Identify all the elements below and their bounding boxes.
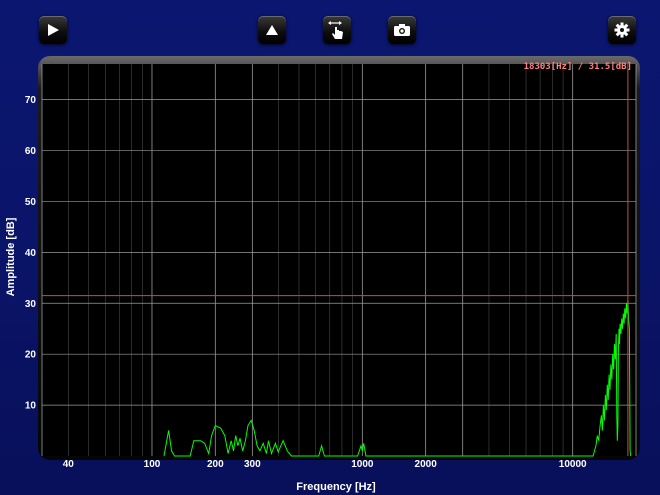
x-tick-label: 40 <box>63 459 75 470</box>
x-tick-label: 300 <box>244 459 261 470</box>
spectrum-chart[interactable]: 10203040506070 40 100 200 300 1000 2000 10000 … <box>0 0 660 495</box>
cursor-readout: 18303[Hz] / 31.5[dB] <box>524 62 632 72</box>
y-tick-label: 20 <box>25 350 37 361</box>
y-tick-label: 10 <box>25 401 37 412</box>
x-tick-label: 200 <box>207 459 224 470</box>
y-tick-label: 30 <box>25 299 37 310</box>
x-tick-label: 1000 <box>351 459 374 470</box>
plot-area[interactable] <box>42 64 636 456</box>
y-tick-label: 70 <box>25 95 37 106</box>
x-tick-label: 100 <box>144 459 161 470</box>
y-axis-title: Amplitude [dB] <box>5 217 17 296</box>
y-tick-label: 50 <box>25 197 37 208</box>
y-tick-label: 40 <box>25 248 37 259</box>
x-tick-label: 2000 <box>415 459 438 470</box>
x-axis-title: Frequency [Hz] <box>296 481 376 493</box>
x-tick-label: 10000 <box>559 459 587 470</box>
y-tick-label: 60 <box>25 146 37 157</box>
